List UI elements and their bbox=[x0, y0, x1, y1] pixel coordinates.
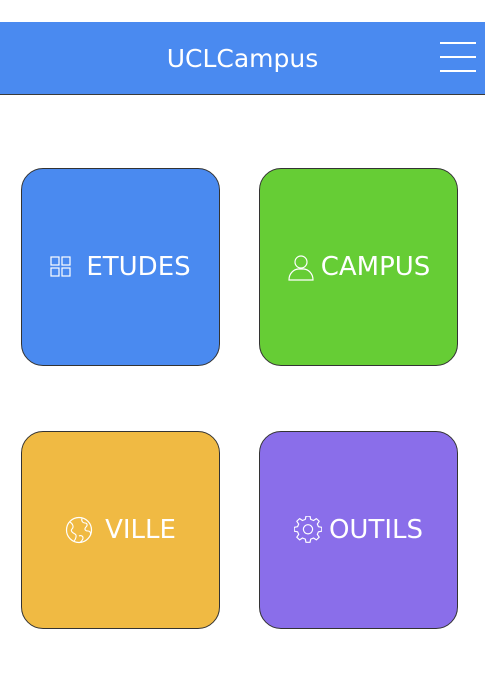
gear-icon bbox=[293, 516, 322, 544]
tile-label: OUTILS bbox=[328, 515, 424, 545]
hamburger-menu-button[interactable] bbox=[440, 42, 476, 72]
grid-icon bbox=[50, 256, 72, 278]
globe-icon bbox=[65, 516, 93, 544]
app-header: UCLCampus bbox=[0, 22, 485, 95]
user-icon bbox=[287, 253, 315, 281]
tile-outils[interactable]: OUTILS bbox=[259, 431, 458, 629]
tile-label: CAMPUS bbox=[320, 252, 431, 282]
tile-label: VILLE bbox=[105, 515, 176, 545]
tile-ville[interactable]: VILLE bbox=[21, 431, 220, 629]
tile-etudes[interactable]: ETUDES bbox=[21, 168, 220, 366]
tile-label: ETUDES bbox=[86, 252, 191, 282]
tile-campus[interactable]: CAMPUS bbox=[259, 168, 458, 366]
app-title: UCLCampus bbox=[166, 44, 319, 73]
